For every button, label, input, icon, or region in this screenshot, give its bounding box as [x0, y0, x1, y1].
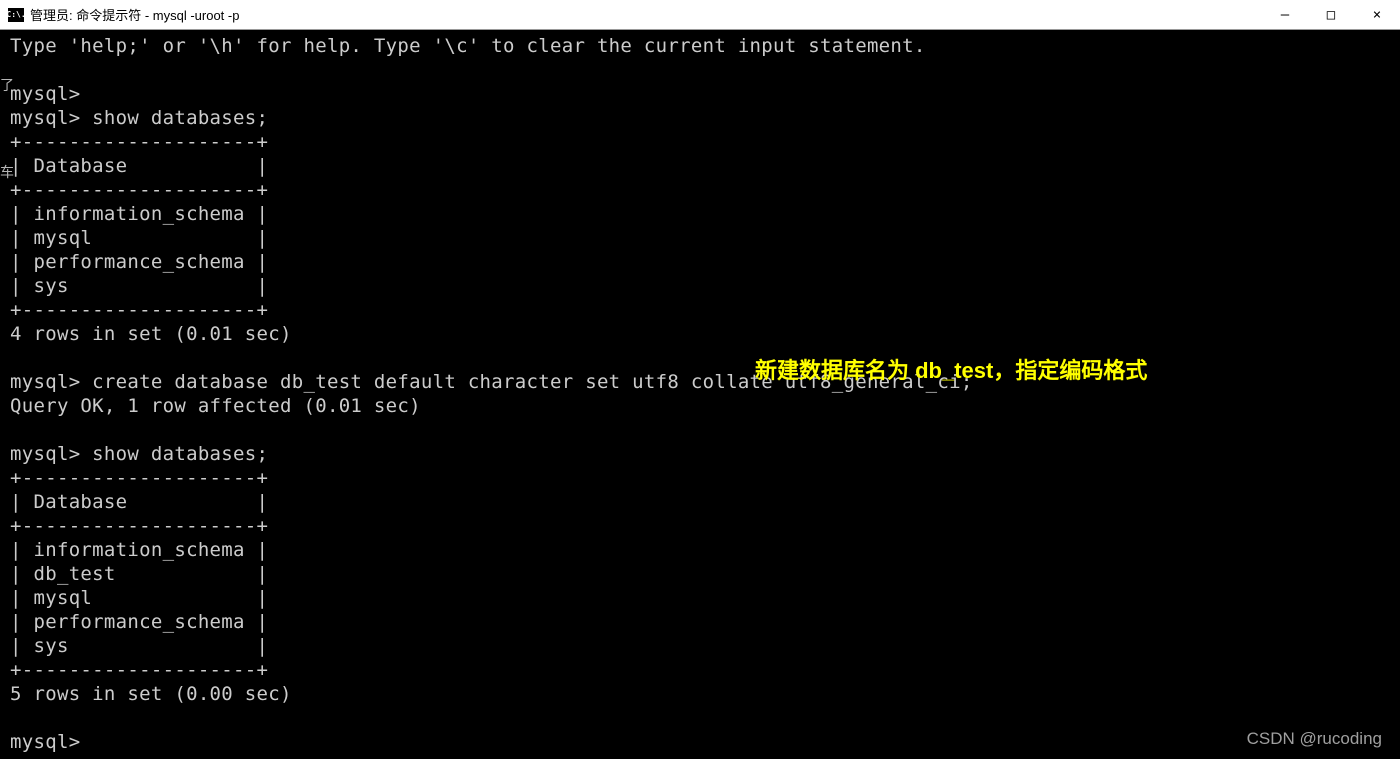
yellow-annotation: 新建数据库名为 db_test，指定编码格式: [755, 353, 1147, 385]
terminal-line: | db_test |: [10, 563, 268, 585]
terminal-line: | information_schema |: [10, 203, 268, 225]
terminal-line: +--------------------+: [10, 659, 268, 681]
terminal-line: | mysql |: [10, 227, 268, 249]
terminal-line: mysql> show databases;: [10, 107, 268, 129]
minimize-button[interactable]: —: [1262, 0, 1308, 29]
terminal-line: +--------------------+: [10, 467, 268, 489]
terminal-line: Type 'help;' or '\h' for help. Type '\c'…: [10, 35, 926, 57]
terminal-line: +--------------------+: [10, 299, 268, 321]
app-icon: C:\.: [8, 8, 24, 22]
terminal-line: | mysql |: [10, 587, 268, 609]
terminal-line: Query OK, 1 row affected (0.01 sec): [10, 395, 421, 417]
terminal-line: +--------------------+: [10, 515, 268, 537]
terminal-line: mysql>: [10, 83, 80, 105]
terminal-line: +--------------------+: [10, 179, 268, 201]
terminal-line: 5 rows in set (0.00 sec): [10, 683, 292, 705]
terminal-line: mysql> show databases;: [10, 443, 268, 465]
terminal-line: +--------------------+: [10, 131, 268, 153]
terminal-line: | sys |: [10, 635, 268, 657]
terminal-output[interactable]: Type 'help;' or '\h' for help. Type '\c'…: [0, 30, 1400, 754]
terminal-line: mysql>: [10, 731, 80, 753]
terminal-line: 4 rows in set (0.01 sec): [10, 323, 292, 345]
window-controls: — □ ×: [1262, 0, 1400, 29]
terminal-line: | information_schema |: [10, 539, 268, 561]
csdn-watermark: CSDN @rucoding: [1247, 729, 1382, 749]
maximize-button[interactable]: □: [1308, 0, 1354, 29]
window-titlebar[interactable]: C:\. 管理员: 命令提示符 - mysql -uroot -p — □ ×: [0, 0, 1400, 30]
terminal-line: | sys |: [10, 275, 268, 297]
close-button[interactable]: ×: [1354, 0, 1400, 29]
terminal-line: | Database |: [10, 491, 268, 513]
terminal-line: | performance_schema |: [10, 611, 268, 633]
terminal-line: | performance_schema |: [10, 251, 268, 273]
terminal-line: | Database |: [10, 155, 268, 177]
window-title: 管理员: 命令提示符 - mysql -uroot -p: [30, 5, 239, 24]
